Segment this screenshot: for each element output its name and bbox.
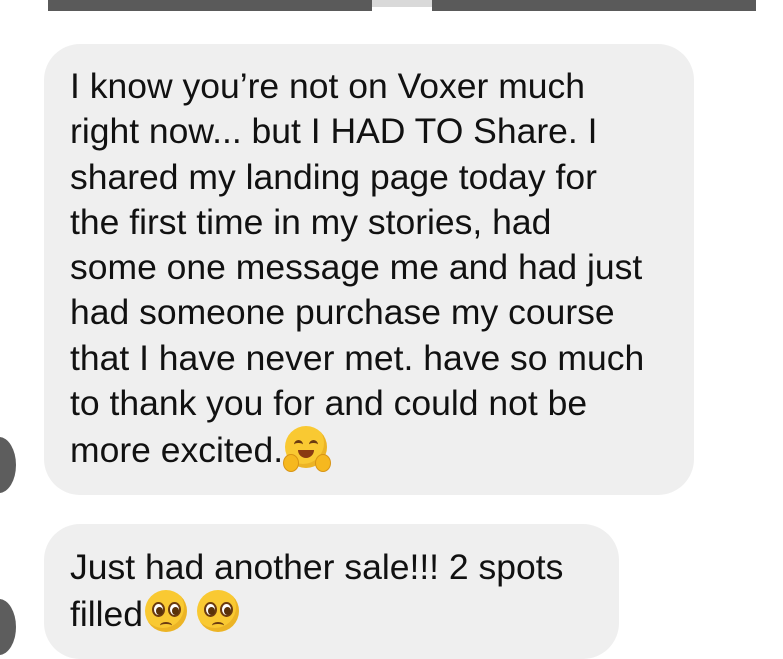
media-bar-left — [48, 0, 372, 11]
message-text-line: right now... but I HAD TO Share. I — [70, 111, 598, 152]
message-text-line-last: filled — [70, 590, 593, 637]
message-text-line: I know you’re not on Voxer much — [70, 66, 586, 106]
previous-media-edge — [0, 0, 783, 12]
media-bar-gap — [372, 0, 432, 7]
message-bubble[interactable]: Just had another sale!!! 2 spots filled — [44, 524, 619, 659]
message-text-line: some one message me and had just — [70, 247, 643, 288]
message-text-line: the first time in my stories, had — [70, 201, 552, 242]
message-text-line-last: more excited. — [70, 426, 668, 473]
hugging-face-icon — [283, 426, 332, 473]
pleading-face-icon — [195, 590, 241, 636]
pleading-face-icon — [143, 590, 189, 636]
sender-avatar[interactable] — [0, 599, 16, 655]
media-bar-right — [432, 0, 756, 11]
message-text-line: that I have never met. have so much — [70, 337, 645, 378]
message-text-line: had someone purchase my course — [70, 292, 615, 333]
message-text-line: Just had another sale!!! 2 spots — [70, 547, 564, 587]
message-bubble[interactable]: I know you’re not on Voxer much right no… — [44, 44, 694, 495]
message-text: filled — [70, 594, 144, 635]
message-text-line: to thank you for and could not be — [70, 383, 588, 424]
message-text-line: shared my landing page today for — [70, 156, 597, 197]
sender-avatar[interactable] — [0, 437, 16, 493]
message-text: more excited. — [70, 430, 284, 471]
